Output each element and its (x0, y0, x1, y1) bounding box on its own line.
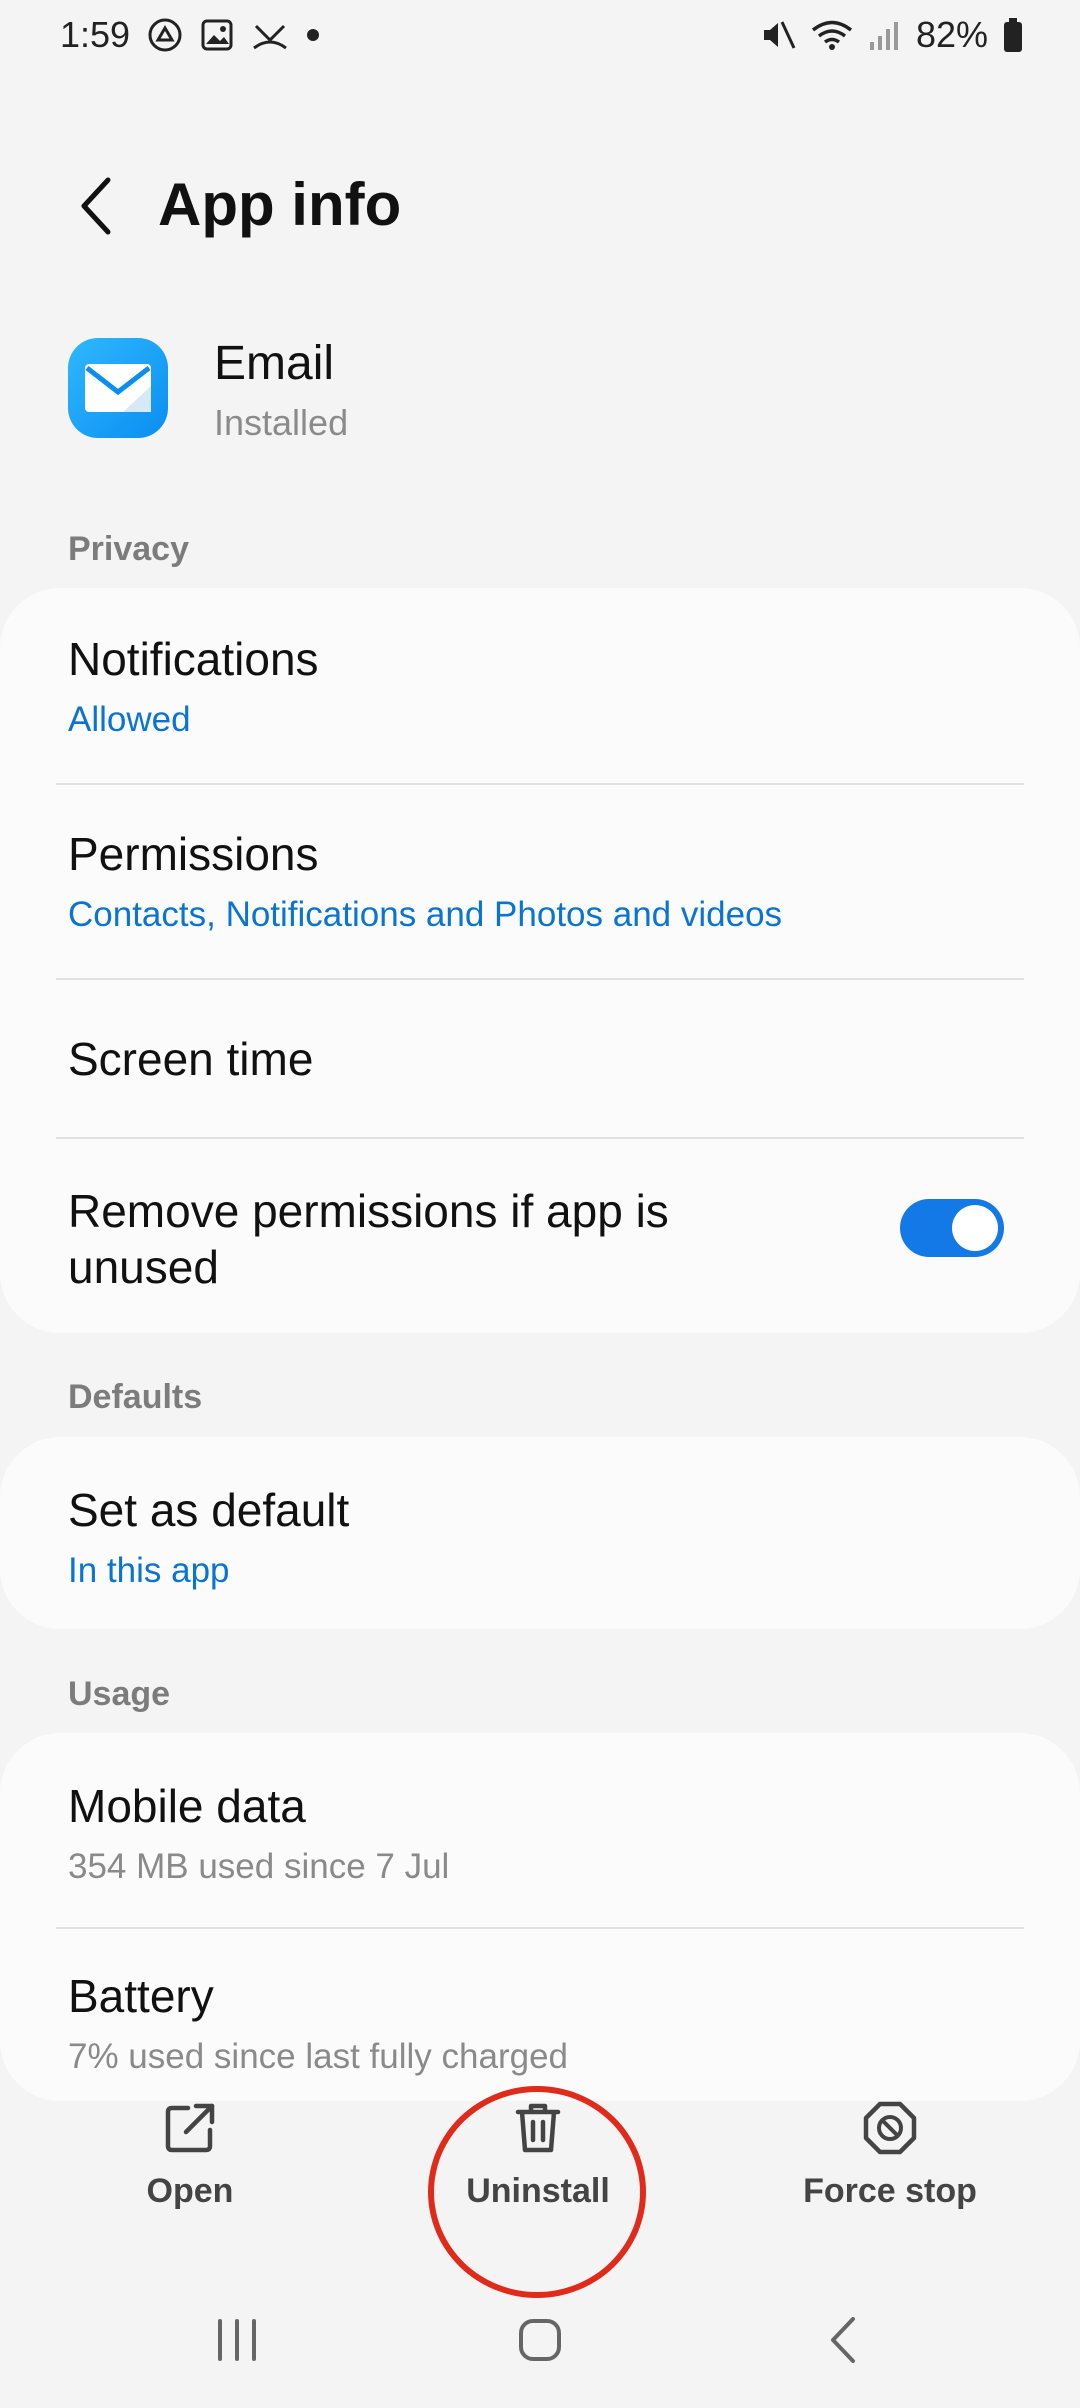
mobile-data-title: Mobile data (68, 1780, 306, 1832)
back-button[interactable] (56, 166, 136, 246)
gallery-icon (200, 18, 234, 52)
open-label: Open (146, 2172, 234, 2210)
section-usage-label: Usage (68, 1675, 171, 1713)
notifications-item[interactable]: Notifications Allowed (0, 588, 1080, 783)
status-bar: 1:59 82% (0, 0, 1080, 72)
header: App info (0, 140, 1080, 270)
defaults-card: Set as default In this app (0, 1437, 1080, 1629)
mute-icon (760, 18, 796, 52)
battery-percent: 82% (915, 14, 988, 55)
open-button[interactable]: Open (40, 2100, 340, 2240)
home-button[interactable] (480, 2310, 600, 2370)
usage-card: Mobile data 354 MB used since 7 Jul Batt… (0, 1733, 1080, 2101)
section-defaults-label: Defaults (68, 1378, 203, 1416)
highlight-circle (428, 2086, 646, 2298)
screen-time-title: Screen time (68, 1033, 314, 1085)
battery-item[interactable]: Battery 7% used since last fully charged (0, 1929, 1080, 2101)
force-stop-button[interactable]: Force stop (740, 2100, 1040, 2240)
app-header: Email Installed (0, 330, 1080, 460)
battery-icon (1002, 17, 1024, 53)
remove-permissions-item[interactable]: Remove permissions if app is unused (0, 1139, 1080, 1329)
permissions-title: Permissions (68, 828, 319, 880)
home-icon (519, 2319, 561, 2361)
status-time: 1:59 (60, 14, 131, 55)
app-name: Email (214, 337, 335, 390)
set-as-default-status: In this app (68, 1551, 230, 1590)
block-icon (863, 2101, 917, 2155)
missed-call-icon (252, 18, 288, 52)
set-as-default-item[interactable]: Set as default In this app (0, 1437, 1080, 1629)
privacy-card: Notifications Allowed Permissions Contac… (0, 588, 1080, 1333)
status-right: 82% (760, 14, 1024, 56)
nav-back-button[interactable] (783, 2310, 903, 2370)
mobile-data-item[interactable]: Mobile data 354 MB used since 7 Jul (0, 1733, 1080, 1927)
system-nav-bar (0, 2290, 1080, 2390)
open-external-icon (165, 2103, 215, 2153)
set-as-default-title: Set as default (68, 1484, 350, 1536)
dot-icon (306, 28, 320, 42)
recents-button[interactable] (177, 2310, 297, 2370)
battery-title: Battery (68, 1970, 214, 2022)
toggle-knob (952, 1205, 998, 1251)
app-install-status: Installed (214, 402, 349, 443)
wifi-icon (810, 18, 854, 52)
status-left: 1:59 (60, 14, 320, 56)
permissions-item[interactable]: Permissions Contacts, Notifications and … (0, 785, 1080, 978)
permissions-summary: Contacts, Notifications and Photos and v… (68, 895, 783, 934)
remove-permissions-toggle[interactable] (900, 1199, 1004, 1257)
chevron-left-icon (81, 177, 111, 235)
mobile-data-usage: 354 MB used since 7 Jul (68, 1847, 450, 1886)
notifications-title: Notifications (68, 633, 319, 685)
back-icon (831, 2317, 855, 2363)
section-privacy-label: Privacy (68, 530, 189, 568)
drive-icon (148, 18, 182, 52)
screen-time-item[interactable]: Screen time (0, 980, 1080, 1137)
force-stop-label: Force stop (803, 2172, 977, 2210)
battery-usage: 7% used since last fully charged (68, 2037, 568, 2076)
remove-permissions-title: Remove permissions if app is unused (68, 1185, 669, 1293)
signal-icon (868, 18, 902, 52)
email-app-icon (68, 338, 168, 438)
recents-icon (218, 2319, 256, 2361)
notifications-status: Allowed (68, 700, 191, 739)
page-title: App info (158, 171, 402, 238)
